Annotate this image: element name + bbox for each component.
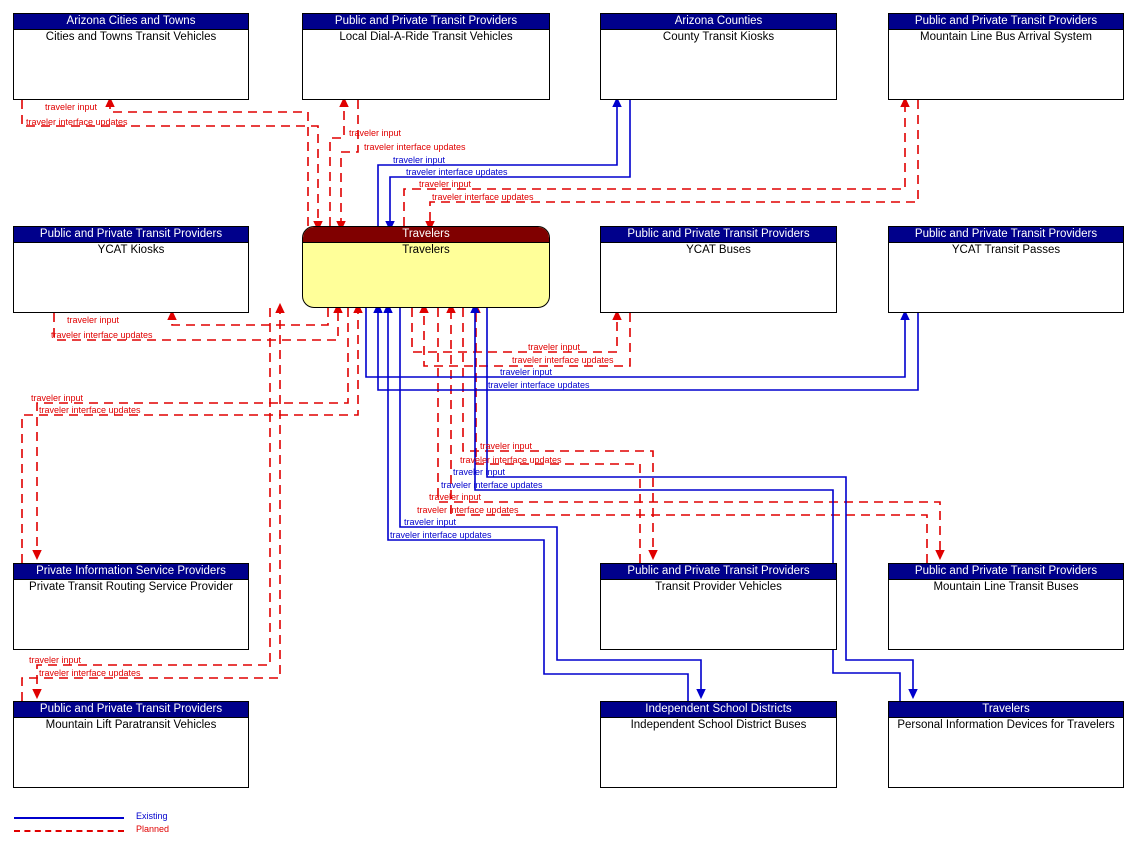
node-name-label: Personal Information Devices for Travele…	[897, 719, 1115, 731]
node-cities-towns-transit-vehicles[interactable]: Arizona Cities and Towns Cities and Town…	[13, 13, 249, 100]
flow-label: traveler input	[404, 517, 457, 527]
flow-label: traveler interface updates	[364, 142, 466, 152]
flow-label: traveler interface updates	[39, 668, 141, 678]
node-name-label: Transit Provider Vehicles	[655, 581, 782, 593]
node-stakeholder-label: Public and Private Transit Providers	[601, 227, 836, 243]
node-stakeholder-label: Public and Private Transit Providers	[14, 227, 248, 243]
node-mountain-line-transit-buses[interactable]: Public and Private Transit Providers Mou…	[888, 563, 1124, 650]
node-county-transit-kiosks[interactable]: Arizona Counties County Transit Kiosks	[600, 13, 837, 100]
node-ycat-transit-passes[interactable]: Public and Private Transit Providers YCA…	[888, 226, 1124, 313]
node-independent-school-district-buses[interactable]: Independent School Districts Independent…	[600, 701, 837, 788]
node-stakeholder-label: Travelers	[889, 702, 1123, 718]
node-stakeholder-label: Public and Private Transit Providers	[601, 564, 836, 580]
node-name-label: Mountain Line Bus Arrival System	[920, 31, 1092, 43]
legend: Existing Planned	[14, 811, 234, 844]
flow-label: traveler interface updates	[39, 405, 141, 415]
node-stakeholder-label: Public and Private Transit Providers	[889, 14, 1123, 30]
node-mountain-lift-paratransit-vehicles[interactable]: Public and Private Transit Providers Mou…	[13, 701, 249, 788]
flow-label: traveler input	[29, 655, 82, 665]
node-name-label: Mountain Line Transit Buses	[933, 581, 1079, 593]
node-name-label: Mountain Lift Paratransit Vehicles	[45, 719, 217, 731]
flow-label: traveler interface updates	[26, 117, 128, 127]
flow-label: traveler input	[393, 155, 446, 165]
node-stakeholder-label: Public and Private Transit Providers	[889, 227, 1123, 243]
legend-row-planned: Planned	[14, 824, 234, 838]
node-name-label: YCAT Kiosks	[97, 244, 165, 256]
legend-existing-label: Existing	[136, 811, 168, 821]
flow-label: traveler input	[453, 467, 506, 477]
node-name-label: YCAT Transit Passes	[951, 244, 1061, 256]
node-name-label: Private Transit Routing Service Provider	[29, 581, 233, 593]
node-name-label: County Transit Kiosks	[662, 31, 775, 43]
node-stakeholder-label: Public and Private Transit Providers	[889, 564, 1123, 580]
flow-label: traveler interface updates	[417, 505, 519, 515]
node-personal-information-devices-for-travelers[interactable]: Travelers Personal Information Devices f…	[888, 701, 1124, 788]
flow-label: traveler input	[349, 128, 402, 138]
node-private-transit-routing-service-provider[interactable]: Private Information Service Providers Pr…	[13, 563, 249, 650]
node-stakeholder-label: Arizona Counties	[601, 14, 836, 30]
node-stakeholder-label: Travelers	[303, 227, 549, 243]
flow-label: traveler interface updates	[51, 330, 153, 340]
node-stakeholder-label: Arizona Cities and Towns	[14, 14, 248, 30]
node-transit-provider-vehicles[interactable]: Public and Private Transit Providers Tra…	[600, 563, 837, 650]
flow-label: traveler interface updates	[406, 167, 508, 177]
flow-label: traveler interface updates	[460, 455, 562, 465]
diagram-canvas: Arizona Cities and Towns Cities and Town…	[0, 0, 1136, 850]
node-stakeholder-label: Independent School Districts	[601, 702, 836, 718]
flow-label: traveler input	[500, 367, 553, 377]
flow-label: traveler input	[31, 393, 84, 403]
node-travelers-central[interactable]: Travelers Travelers	[302, 226, 550, 308]
node-name-label: Independent School District Buses	[630, 719, 807, 731]
node-ycat-kiosks[interactable]: Public and Private Transit Providers YCA…	[13, 226, 249, 313]
node-stakeholder-label: Public and Private Transit Providers	[14, 702, 248, 718]
flow-label: traveler input	[45, 102, 98, 112]
node-stakeholder-label: Private Information Service Providers	[14, 564, 248, 580]
flow-label: traveler interface updates	[512, 355, 614, 365]
flow-label: traveler interface updates	[441, 480, 543, 490]
legend-planned-line	[14, 830, 124, 832]
flow-label: traveler input	[528, 342, 581, 352]
flow-label: traveler input	[429, 492, 482, 502]
legend-planned-label: Planned	[136, 824, 170, 834]
flow-label: traveler interface updates	[390, 530, 492, 540]
node-mountain-line-bus-arrival-system[interactable]: Public and Private Transit Providers Mou…	[888, 13, 1124, 100]
node-local-dial-a-ride-transit-vehicles[interactable]: Public and Private Transit Providers Loc…	[302, 13, 550, 100]
flow-label: traveler input	[67, 315, 120, 325]
flow-label: traveler input	[419, 179, 472, 189]
flow-label: traveler interface updates	[488, 380, 590, 390]
node-name-label: Cities and Towns Transit Vehicles	[45, 31, 217, 43]
node-stakeholder-label: Public and Private Transit Providers	[303, 14, 549, 30]
node-name-label: Local Dial-A-Ride Transit Vehicles	[339, 31, 513, 43]
flow-label: traveler interface updates	[432, 192, 534, 202]
legend-row-existing: Existing	[14, 811, 234, 825]
legend-existing-line	[14, 817, 124, 819]
node-ycat-buses[interactable]: Public and Private Transit Providers YCA…	[600, 226, 837, 313]
node-name-label: YCAT Buses	[686, 244, 751, 256]
flow-label: traveler input	[480, 441, 533, 451]
node-name-label: Travelers	[402, 244, 450, 256]
